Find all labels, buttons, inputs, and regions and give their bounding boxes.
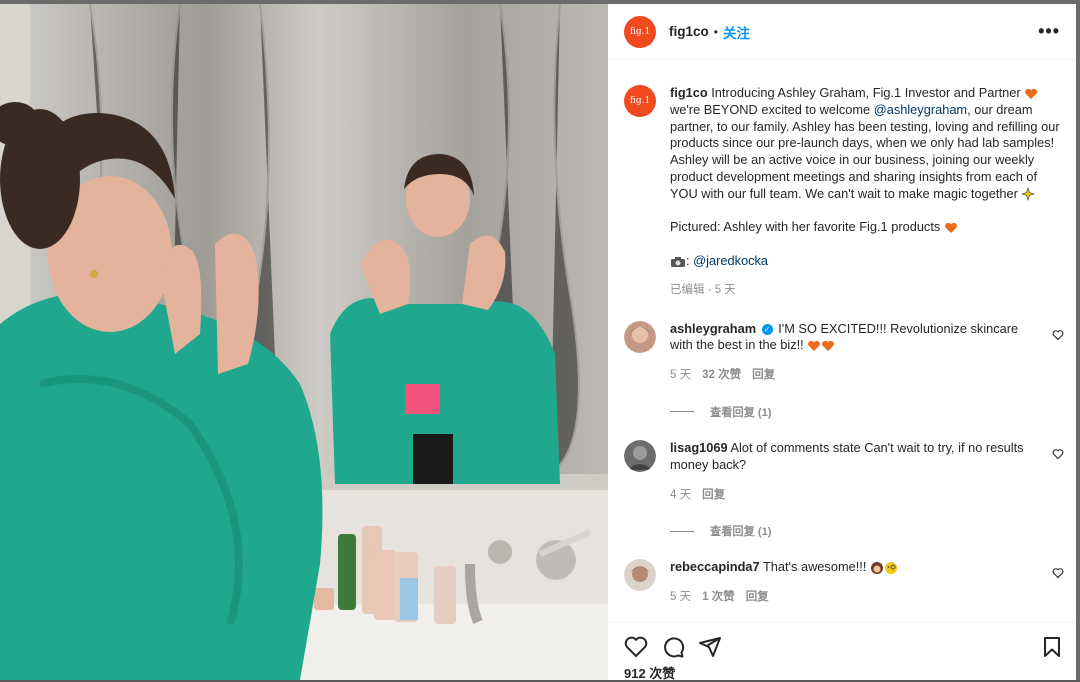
reply-button[interactable]: 回复 [752,367,775,384]
mention-ashleygraham-link[interactable]: @ashleygraham [874,102,967,117]
comment-meta: 4 天 回复 [670,487,1038,504]
share-icon[interactable] [698,635,722,659]
orange-heart-emoji-icon [944,222,957,233]
comment-like-heart-icon[interactable] [1052,448,1064,460]
comment-likes[interactable]: 1 次赞 [702,589,735,606]
reply-button[interactable]: 回复 [702,487,725,504]
post-detail-panel: fig.1 fig1co • 关注 ••• fig.1 fig1co Intro… [608,4,1076,682]
replies-line [670,411,694,413]
post-caption: fig.1 fig1co Introducing Ashley Graham, … [608,61,1076,299]
verified-badge-icon: ✓ [761,323,773,335]
comment-username[interactable]: rebeccapinda7 [670,559,760,574]
face-with-monocle-emoji-icon [884,561,897,574]
heart-icon[interactable] [624,635,648,659]
window-right-edge [1076,0,1080,680]
view-replies-label: 查看回复 (1) [710,406,772,419]
comment-icon[interactable] [661,635,685,659]
orange-heart-emoji-icon [1025,88,1038,99]
caption-username[interactable]: fig1co [670,85,708,100]
comment-body: rebeccapinda7 That's awesome!!! 5 天 1 次赞… [670,559,1038,606]
camera-emoji-icon [671,256,685,267]
post-photo-illustration [0,4,608,680]
commenter-avatar[interactable] [624,559,656,592]
replies-line [670,530,694,532]
follow-button[interactable]: 关注 [723,22,750,42]
caption-avatar[interactable]: fig.1 [624,85,656,117]
view-replies-label: 查看回复 (1) [710,526,772,539]
comment-item: rebeccapinda7 That's awesome!!! 5 天 1 次赞… [608,559,1076,606]
comment-username[interactable]: lisag1069 [670,440,728,455]
caption-meta: 已编辑 · 5 天 [670,283,736,296]
comment-body: ashleygraham ✓ I'M SO EXCITED!!! Revolut… [670,321,1038,384]
likes-count[interactable]: 912 次赞 [624,663,675,682]
view-replies-button[interactable]: 查看回复 (1) [670,404,1076,420]
fig1co-avatar[interactable]: fig.1 [624,15,656,48]
comment-item: lisag1069 Alot of comments state Can't w… [608,439,1076,503]
comment-meta: 5 天 1 次赞 回复 [670,589,1038,606]
comment-like-heart-icon[interactable] [1052,329,1064,341]
more-options-icon[interactable]: ••• [1038,21,1060,42]
caption-line2a: we're BEYOND excited to welcome [670,101,874,117]
caption-pictured: Pictured: Ashley with her favorite Fig.1… [670,219,944,235]
post-photo[interactable] [0,4,608,680]
comment-meta: 5 天 32 次赞 回复 [670,367,1038,384]
instagram-post-window: fig.1 fig1co • 关注 ••• fig.1 fig1co Intro… [0,0,1080,682]
comments-scroll-area[interactable]: fig.1 fig1co Introducing Ashley Graham, … [608,61,1076,606]
post-author-username[interactable]: fig1co [669,24,709,39]
orange-heart-emoji-icon [822,340,835,351]
comment-like-heart-icon[interactable] [1052,567,1064,579]
sparkles-emoji-icon [1021,187,1036,202]
orange-heart-emoji-icon [808,340,821,351]
caption-body: fig1co Introducing Ashley Graham, Fig.1 … [670,85,1060,299]
comment-age: 4 天 [670,488,692,501]
comment-item: ashleygraham ✓ I'M SO EXCITED!!! Revolut… [608,320,1076,384]
save-icon[interactable] [1040,635,1064,659]
commenter-avatar[interactable] [624,439,656,472]
comment-likes[interactable]: 32 次赞 [702,367,741,384]
comment-age: 5 天 [670,591,692,604]
separator-dot: • [713,24,718,39]
commenter-avatar[interactable] [624,320,656,353]
comment-text: That's awesome!!! [759,559,870,575]
comment-age: 5 天 [670,369,692,382]
mention-jaredkocka-link[interactable]: @jaredkocka [693,253,768,268]
fig1co-logo-text: fig.1 [629,26,651,37]
post-action-bar [608,622,1076,664]
woman-emoji-icon [870,561,883,574]
view-replies-button[interactable]: 查看回复 (1) [670,523,1076,539]
comment-username[interactable]: ashleygraham [670,321,756,336]
comment-body: lisag1069 Alot of comments state Can't w… [670,440,1038,503]
reply-button[interactable]: 回复 [746,589,769,606]
post-header: fig.1 fig1co • 关注 ••• [608,4,1076,60]
caption-logo-text: fig.1 [629,96,651,106]
caption-line1: Introducing Ashley Graham, Fig.1 Investo… [707,85,1025,100]
